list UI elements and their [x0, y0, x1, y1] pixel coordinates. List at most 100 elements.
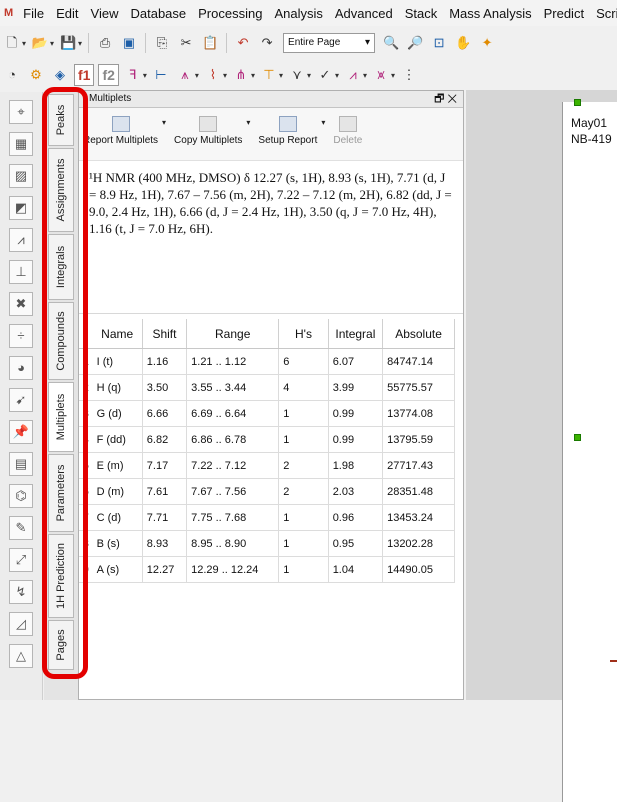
ruler-tool-icon[interactable]: ◿: [9, 612, 33, 636]
compare-dropdown-icon[interactable]: ▾: [391, 71, 395, 80]
shape-tool-icon[interactable]: ◕: [9, 356, 33, 380]
apodization-dropdown-icon[interactable]: ▾: [195, 71, 199, 80]
paste-icon[interactable]: 📋: [201, 34, 219, 52]
menu-predict[interactable]: Predict: [538, 6, 590, 21]
save-icon[interactable]: 💾: [59, 34, 77, 52]
multiplet-dropdown-icon[interactable]: ▾: [251, 71, 255, 80]
undo-icon[interactable]: ↶: [234, 34, 252, 52]
triangle-tool-icon[interactable]: △: [9, 644, 33, 668]
menu-file[interactable]: File: [17, 6, 50, 21]
verify-dropdown-icon[interactable]: ▾: [335, 71, 339, 80]
structure-icon[interactable]: ⋎: [288, 66, 306, 84]
tab-parameters[interactable]: Parameters: [48, 454, 74, 532]
baseline-icon[interactable]: ⚙: [27, 66, 45, 84]
spectrum-compare-icon[interactable]: ⩙: [372, 66, 390, 84]
setup-dropdown-icon[interactable]: ▾: [321, 118, 325, 127]
column-header-absolute[interactable]: Absolute: [382, 319, 455, 349]
new-document-icon[interactable]: 🗋: [3, 34, 21, 52]
layout-tool-icon[interactable]: ▤: [9, 452, 33, 476]
menu-stack[interactable]: Stack: [399, 6, 444, 21]
copy-multiplets-button[interactable]: Copy Multiplets: [170, 116, 246, 146]
zoom-out-icon[interactable]: 🔎: [406, 34, 424, 52]
tab-integrals[interactable]: Integrals: [48, 234, 74, 300]
panel-float-close-icon[interactable]: 🗗 ✕: [434, 91, 457, 107]
menu-processing[interactable]: Processing: [192, 6, 268, 21]
chart-tool-icon[interactable]: ◩: [9, 196, 33, 220]
cursor-tool-icon[interactable]: ⌖: [9, 100, 33, 124]
copy-dropdown-icon[interactable]: ▾: [246, 118, 250, 127]
reference-icon[interactable]: ◈: [51, 66, 69, 84]
phase-correction-icon[interactable]: ◔: [3, 66, 21, 84]
column-header-range[interactable]: Range: [186, 319, 280, 349]
molecule-tool-icon[interactable]: ⌬: [9, 484, 33, 508]
resize-handle[interactable]: [574, 99, 581, 106]
f1-dimension-button[interactable]: f1: [74, 64, 95, 86]
table-row[interactable]: 6D (m) 7.61 7.67 .. 7.56 2 2.03 28351.48: [79, 478, 455, 505]
auto-assign-icon[interactable]: ⊤: [260, 66, 278, 84]
table-row[interactable]: 2H (q) 3.50 3.55 .. 3.44 4 3.99 55775.57: [79, 374, 455, 401]
integration-icon[interactable]: ⌇: [204, 66, 222, 84]
redo-icon[interactable]: ↷: [258, 34, 276, 52]
annotate-tool-icon[interactable]: ✎: [9, 516, 33, 540]
menu-advanced[interactable]: Advanced: [329, 6, 399, 21]
prediction-dropdown-icon[interactable]: ▾: [363, 71, 367, 80]
resize-handle[interactable]: [574, 434, 581, 441]
page-scope-select[interactable]: Entire Page ▾: [283, 33, 376, 53]
multiplet-report-text[interactable]: ¹H NMR (400 MHz, DMSO) δ 12.27 (s, 1H), …: [79, 161, 463, 314]
tab-assignments[interactable]: Assignments: [48, 148, 74, 232]
menu-script[interactable]: Scrip: [590, 6, 617, 21]
menu-mass-analysis[interactable]: Mass Analysis: [443, 6, 537, 21]
verify-icon[interactable]: ✓: [316, 66, 334, 84]
report-dropdown-icon[interactable]: ▾: [162, 118, 166, 127]
apodization-icon[interactable]: ⩚: [176, 66, 194, 84]
structure-dropdown-icon[interactable]: ▾: [307, 71, 311, 80]
save-dropdown-icon[interactable]: ▾: [78, 39, 82, 48]
table-row[interactable]: 9A (s) 12.27 12.29 .. 12.24 1 1.04 14490.05: [79, 556, 455, 583]
assign-dropdown-icon[interactable]: ▾: [279, 71, 283, 80]
table-row[interactable]: 7C (d) 7.71 7.75 .. 7.68 1 0.96 13453.24: [79, 504, 455, 531]
divide-tool-icon[interactable]: ÷: [9, 324, 33, 348]
tab-1h-prediction[interactable]: 1H Prediction: [48, 534, 74, 618]
more-tools-icon[interactable]: ⋮: [400, 66, 418, 84]
copy-icon[interactable]: ⎘: [153, 34, 171, 52]
report-multiplets-button[interactable]: Report Multiplets: [79, 116, 162, 146]
new-dropdown-icon[interactable]: ▾: [22, 39, 26, 48]
curve-tool-icon[interactable]: ↯: [9, 580, 33, 604]
integration-dropdown-icon[interactable]: ▾: [223, 71, 227, 80]
tab-peaks[interactable]: Peaks: [48, 94, 74, 146]
ft-dropdown-icon[interactable]: ▾: [143, 71, 147, 80]
menu-analysis[interactable]: Analysis: [268, 6, 328, 21]
setup-report-button[interactable]: Setup Report: [254, 116, 321, 146]
tab-pages[interactable]: Pages: [48, 620, 74, 670]
cut-icon[interactable]: ✂: [177, 34, 195, 52]
tab-compounds[interactable]: Compounds: [48, 302, 74, 380]
print-preview-icon[interactable]: ▣: [120, 34, 138, 52]
spectrum-page[interactable]: May01 NB-419: [562, 102, 617, 802]
f2-dimension-button[interactable]: f2: [98, 64, 119, 86]
selection-tool-icon[interactable]: ✦: [478, 34, 496, 52]
zoom-in-icon[interactable]: 🔍: [382, 34, 400, 52]
menu-database[interactable]: Database: [124, 6, 192, 21]
pin-tool-icon[interactable]: 📌: [9, 420, 33, 444]
peak-pick-icon[interactable]: ⊢: [152, 66, 170, 84]
menu-view[interactable]: View: [85, 6, 125, 21]
spectrum-tool-icon[interactable]: ⩘: [9, 228, 33, 252]
peaks-tool-icon[interactable]: ⊥: [9, 260, 33, 284]
grid-tool-icon[interactable]: ▦: [9, 132, 33, 156]
menu-edit[interactable]: Edit: [50, 6, 84, 21]
table-row[interactable]: 5E (m) 7.17 7.22 .. 7.12 2 1.98 27717.43: [79, 452, 455, 479]
fit-tool-icon[interactable]: ⤢: [9, 548, 33, 572]
multiplet-analysis-icon[interactable]: ⋔: [232, 66, 250, 84]
pan-icon[interactable]: ✋: [454, 34, 472, 52]
column-header-integral[interactable]: Integral: [328, 319, 384, 349]
table-row[interactable]: 3G (d) 6.66 6.69 .. 6.64 1 0.99 13774.08: [79, 400, 455, 427]
delete-button[interactable]: Delete: [329, 116, 366, 146]
table-row[interactable]: 1I (t) 1.16 1.21 .. 1.12 6 6.07 84747.14: [79, 348, 455, 375]
column-header-hs[interactable]: H's: [278, 319, 329, 349]
zoom-fit-icon[interactable]: ⊡: [430, 34, 448, 52]
delete-tool-icon[interactable]: ✖: [9, 292, 33, 316]
ft-processing-icon[interactable]: ꟻ: [124, 66, 142, 84]
image-tool-icon[interactable]: ▨: [9, 164, 33, 188]
open-folder-icon[interactable]: 📂: [31, 34, 49, 52]
column-header-name[interactable]: Name: [92, 319, 143, 349]
